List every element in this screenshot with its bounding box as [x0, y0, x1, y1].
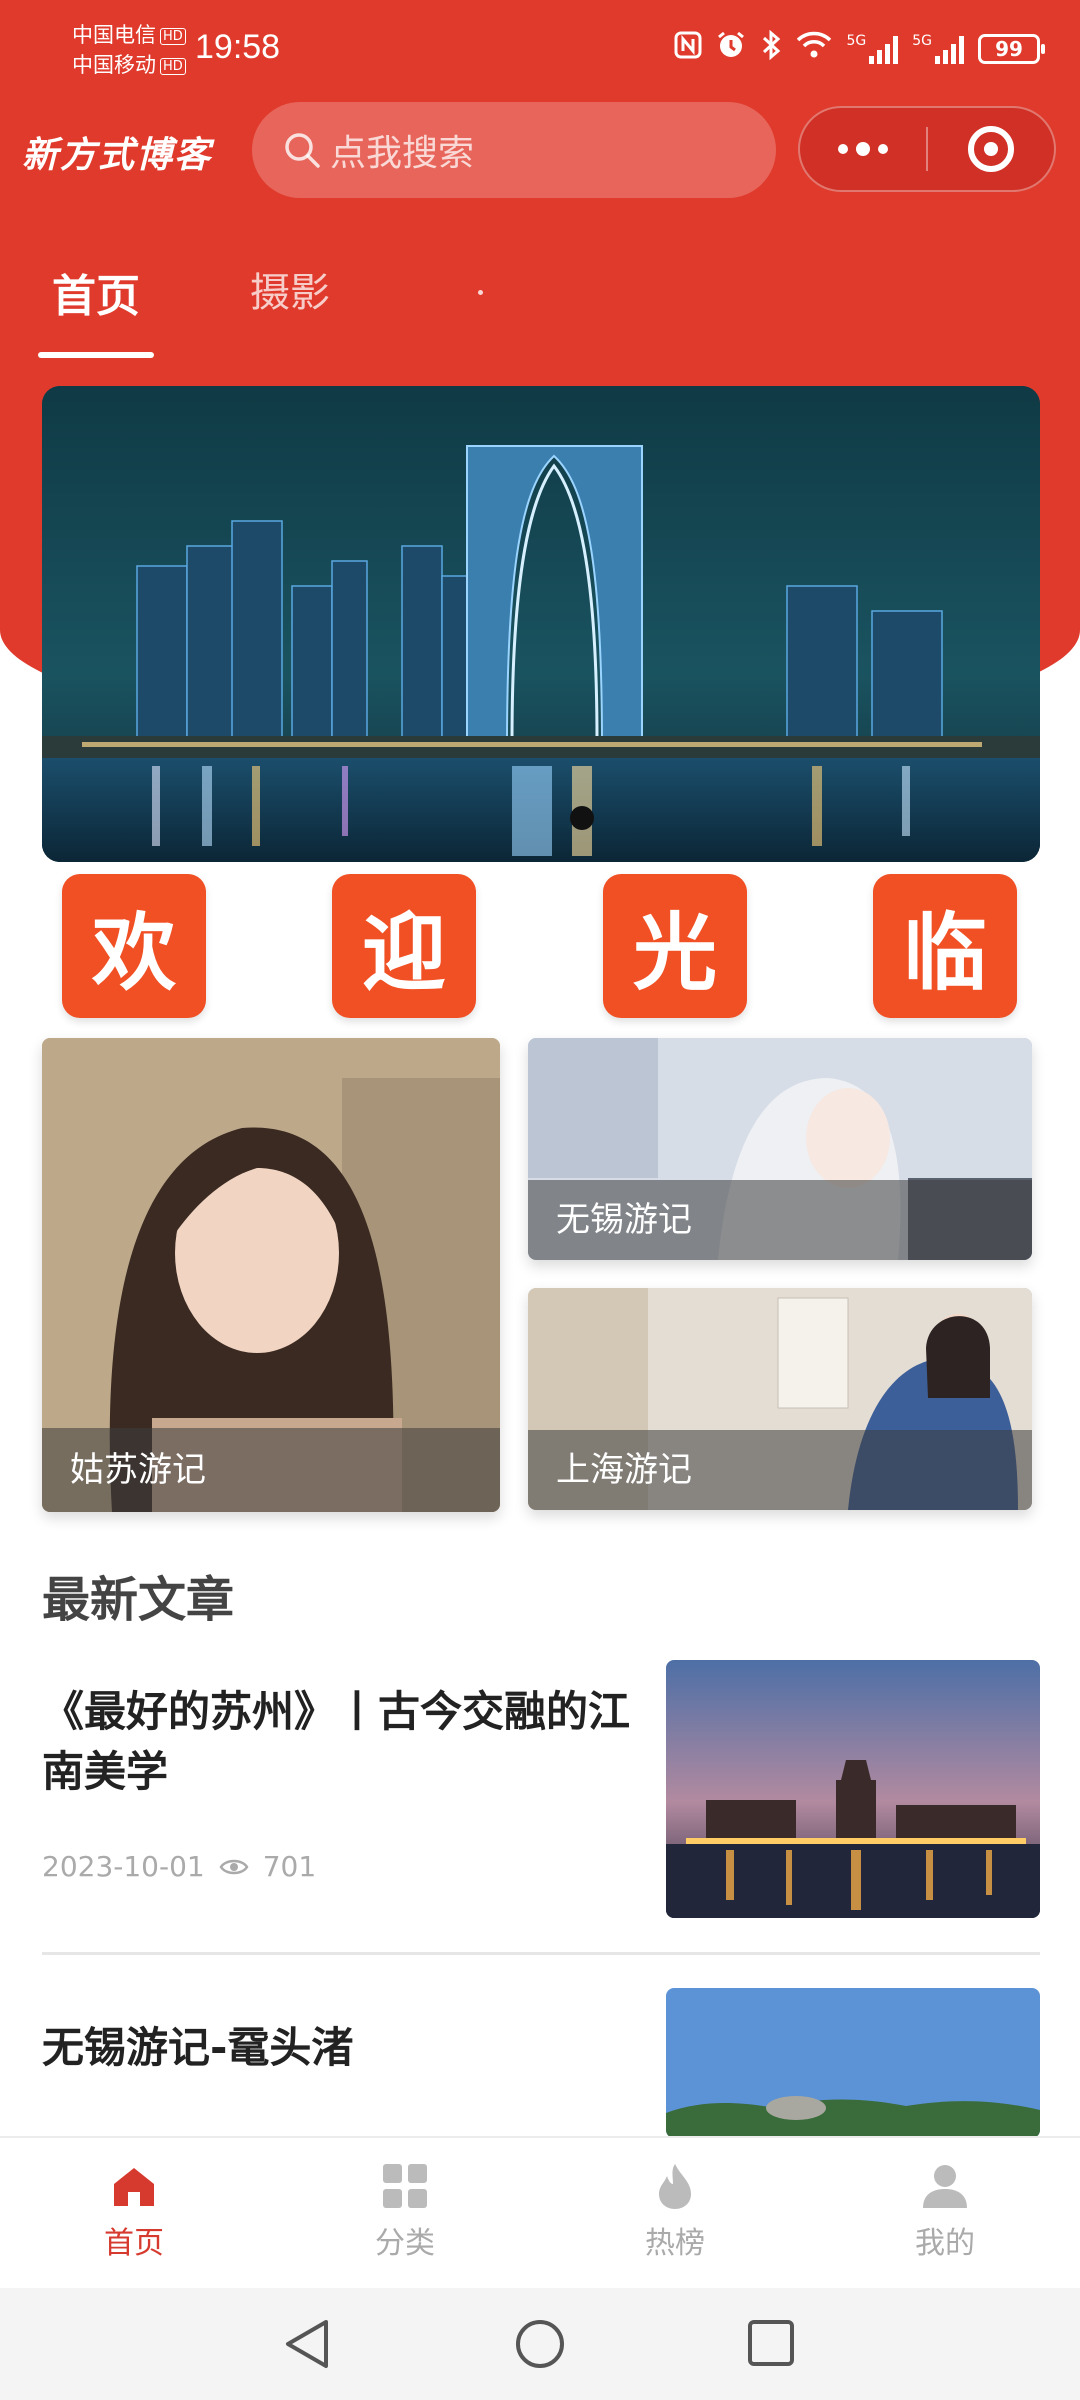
section-title-latest-articles: 最新文章	[42, 1572, 235, 1628]
carrier-1: 中国电信	[72, 23, 156, 47]
system-navigation-bar	[0, 2288, 1080, 2400]
home-icon	[114, 2168, 154, 2206]
tab-home[interactable]: 首页	[52, 260, 140, 324]
mini-program-capsule	[798, 106, 1056, 192]
yuantouzhu-image	[666, 1988, 1040, 2138]
card-caption: 姑苏游记	[42, 1428, 500, 1512]
active-tab-indicator	[38, 352, 154, 358]
tabbar-item-category[interactable]: 分类	[335, 2162, 475, 2262]
carrier-2: 中国移动	[72, 53, 156, 77]
signal-icon: 5G	[846, 34, 899, 64]
status-icons: 5G 5G 99	[674, 29, 1045, 67]
signal-icon: 5G	[912, 34, 964, 64]
tabbar-label: 分类	[375, 2226, 435, 2261]
status-bar: 中国电信 HD 中国移动 HD 19:58 5G 5G 99	[0, 0, 1080, 100]
article-thumbnail[interactable]	[666, 1988, 1040, 2138]
tab-dot	[478, 290, 483, 295]
tabbar-item-home[interactable]: 首页	[64, 2162, 204, 2262]
more-options-button[interactable]	[800, 108, 926, 190]
app-logo: 新方式博客	[22, 134, 213, 176]
suzhou-night-image	[666, 1660, 1040, 1918]
search-icon	[285, 133, 320, 168]
home-circle-icon	[516, 2320, 564, 2368]
clock: 19:58	[195, 28, 281, 66]
flame-icon	[659, 2164, 691, 2209]
tab-photography[interactable]: 摄影	[250, 260, 330, 318]
tabbar-item-hot[interactable]: 热榜	[605, 2162, 745, 2262]
banner-carousel[interactable]	[42, 386, 1040, 862]
article-item[interactable]: 无锡游记-鼋头渚	[42, 1988, 1040, 2138]
card-caption: 上海游记	[528, 1430, 1032, 1510]
article-thumbnail[interactable]	[666, 1660, 1040, 1918]
welcome-tile[interactable]: 迎	[332, 874, 476, 1018]
back-icon	[286, 2320, 328, 2368]
carousel-indicator-dot[interactable]	[570, 806, 594, 830]
article-meta: 2023-10-01 701	[42, 1850, 316, 1883]
travel-card-wuxi[interactable]: 无锡游记	[528, 1038, 1032, 1260]
hd-badge: HD	[160, 57, 186, 75]
travel-card-gusu[interactable]: 姑苏游记	[42, 1038, 500, 1512]
tabbar-label: 我的	[915, 2226, 975, 2261]
article-item[interactable]: 《最好的苏州》丨古今交融的江南美学 2023-10-01 701	[42, 1660, 1040, 1918]
article-date: 2023-10-01	[42, 1850, 205, 1883]
welcome-tile[interactable]: 光	[603, 874, 747, 1018]
close-mini-program-button[interactable]	[928, 108, 1054, 190]
bluetooth-icon	[760, 29, 782, 67]
article-title[interactable]: 无锡游记-鼋头渚	[42, 2018, 642, 2078]
battery-indicator: 99	[978, 33, 1045, 64]
wifi-icon	[796, 31, 832, 66]
eye-icon	[219, 1859, 249, 1874]
nfc-icon	[674, 31, 702, 66]
banner-city-skyline-image	[42, 386, 1040, 862]
article-title[interactable]: 《最好的苏州》丨古今交融的江南美学	[42, 1682, 642, 1802]
welcome-row: 欢 迎 光 临	[0, 874, 1080, 1018]
grid-icon	[383, 2164, 427, 2208]
article-views: 701	[262, 1850, 317, 1883]
hd-badge: HD	[160, 27, 186, 45]
tabbar-label: 热榜	[645, 2226, 705, 2261]
recents-square-icon	[748, 2320, 794, 2366]
bottom-tab-bar: 首页 分类 热榜 我的	[0, 2136, 1080, 2288]
travel-card-shanghai[interactable]: 上海游记	[528, 1288, 1032, 1510]
tabbar-label: 首页	[104, 2226, 164, 2261]
welcome-tile[interactable]: 欢	[62, 874, 206, 1018]
alarm-icon	[716, 30, 746, 67]
tabbar-item-mine[interactable]: 我的	[875, 2162, 1015, 2262]
search-placeholder: 点我搜索	[330, 133, 475, 174]
back-button[interactable]	[282, 2318, 332, 2374]
recents-button[interactable]	[746, 2318, 796, 2372]
user-icon	[923, 2165, 967, 2208]
carrier-info: 中国电信 HD 中国移动 HD	[72, 20, 186, 80]
search-input[interactable]: 点我搜索	[252, 102, 776, 198]
article-divider	[42, 1952, 1040, 1955]
card-caption: 无锡游记	[528, 1180, 1032, 1260]
top-tabs: 首页 摄影	[0, 250, 1080, 360]
home-nav-button[interactable]	[514, 2318, 566, 2374]
welcome-tile[interactable]: 临	[873, 874, 1017, 1018]
